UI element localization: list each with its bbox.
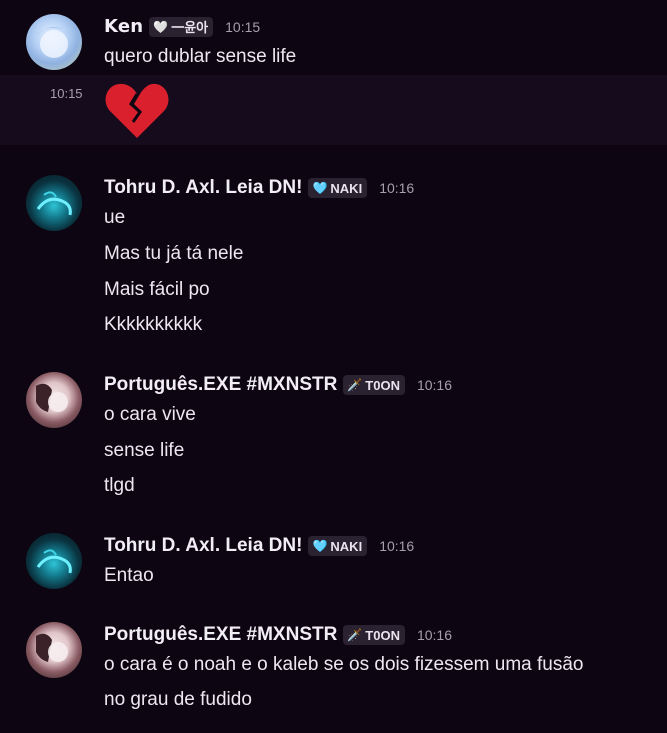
timestamp: 10:16 [379,538,415,554]
timestamp: 10:15 [50,86,83,101]
role-tag[interactable]: 🤍 一윤아 [149,16,214,37]
role-tag[interactable]: 🩵 NAKI [308,178,368,198]
light-blue-heart-icon: 🩵 [312,181,328,195]
message-text: ue [104,207,126,228]
message-header: Ken 🤍 一윤아 10:15 [104,16,260,37]
username[interactable]: Português.EXE #MXNSTR [104,374,337,396]
avatar[interactable] [26,372,82,428]
message-text: quero dublar sense life [104,46,297,67]
tag-label: NAKI [330,180,363,196]
light-blue-heart-icon: 🩵 [312,539,328,553]
message-text: Kkkkkkkkkk [104,314,203,335]
message-row-hovered[interactable] [0,75,667,145]
avatar[interactable] [26,622,82,678]
message-header: Tohru D. Axl. Leia DN! 🩵 NAKI 10:16 [104,177,414,199]
username[interactable]: Tohru D. Axl. Leia DN! [104,535,302,557]
message-text: no grau de fudido [104,689,252,710]
dagger-icon: 🗡️ [347,628,363,642]
message-text: o cara vive [104,404,196,425]
timestamp: 10:15 [225,18,261,35]
message-text: Mas tu já tá nele [104,243,244,264]
dagger-icon: 🗡️ [347,378,363,392]
message-text: o cara é o noah e o kaleb se os dois fiz… [104,654,584,675]
username[interactable]: Tohru D. Axl. Leia DN! [104,177,302,199]
white-heart-icon: 🤍 [153,19,169,34]
message-text: tlgd [104,475,135,496]
timestamp: 10:16 [416,627,452,643]
role-tag[interactable]: 🩵 NAKI [308,536,368,556]
username[interactable]: Português.EXE #MXNSTR [104,624,337,646]
message-text: Mais fácil po [104,279,210,300]
message-header: Português.EXE #MXNSTR 🗡️ T0ON 10:16 [104,624,452,646]
tag-label: T0ON [365,377,400,393]
username[interactable]: Ken [104,16,143,37]
avatar[interactable] [26,175,82,231]
message-header: Português.EXE #MXNSTR 🗡️ T0ON 10:16 [104,374,452,396]
role-tag[interactable]: 🗡️ T0ON [343,625,405,645]
timestamp: 10:16 [416,377,452,393]
message-text: Entao [104,565,154,586]
tag-label: NAKI [330,538,363,554]
tag-label: T0ON [365,627,400,643]
message-header: Tohru D. Axl. Leia DN! 🩵 NAKI 10:16 [104,535,414,557]
role-tag[interactable]: 🗡️ T0ON [343,375,405,395]
tag-label: 一윤아 [171,20,209,35]
avatar[interactable] [26,533,82,589]
broken-heart-icon[interactable] [104,80,170,140]
message-text: sense life [104,440,185,461]
avatar[interactable] [26,14,82,70]
timestamp: 10:16 [379,180,415,196]
